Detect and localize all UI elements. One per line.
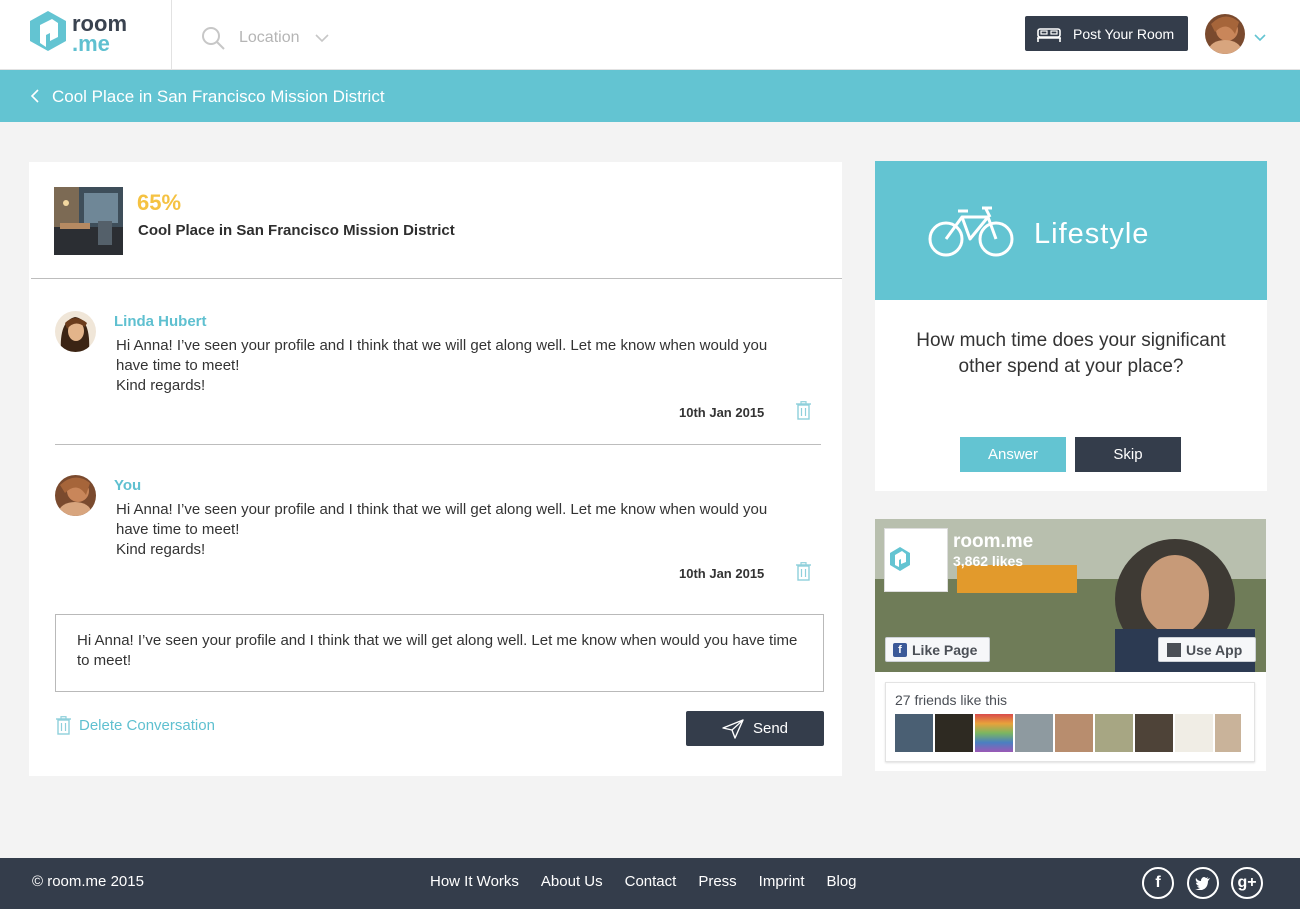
logo[interactable]: room .me [30,9,130,59]
bicycle-icon [928,206,1014,257]
lifestyle-title: Lifestyle [1034,218,1150,250]
footer-link-blog[interactable]: Blog [827,873,857,890]
facebook-page-widget: room.me 3,862 likes f Like Page Use App … [875,519,1266,771]
footer-link-about-us[interactable]: About Us [541,873,603,890]
footer-link-imprint[interactable]: Imprint [759,873,805,890]
avatar[interactable] [55,311,96,352]
delete-conversation-label: Delete Conversation [79,717,215,734]
friends-faces [895,714,1243,752]
logo-text-bottom: .me [72,31,110,56]
avatar-image [55,311,96,352]
friend-avatar[interactable] [1135,714,1173,752]
message-author[interactable]: Linda Hubert [114,313,207,330]
trash-icon [56,716,71,735]
friend-avatar[interactable] [1055,714,1093,752]
like-page-label: Like Page [912,641,978,658]
message-date: 10th Jan 2015 [679,405,765,420]
divider [55,444,821,445]
send-button[interactable]: Send [686,711,824,746]
message-body: Hi Anna! I’ve seen your profile and I th… [116,501,768,558]
use-app-button[interactable]: Use App [1158,637,1256,662]
logo-icon [890,547,910,571]
friend-avatar[interactable] [1095,714,1133,752]
room-name[interactable]: Cool Place in San Francisco Mission Dist… [138,222,455,239]
friends-like-label: 27 friends like this [895,692,1008,708]
chevron-left-icon[interactable] [30,88,40,104]
trash-icon[interactable] [795,401,812,420]
header-divider [171,0,172,69]
footer-nav: How It Works About Us Contact Press Impr… [430,873,879,890]
friend-avatar[interactable] [1175,714,1213,752]
friend-avatar[interactable] [1015,714,1053,752]
avatar[interactable] [55,475,96,516]
reply-textarea[interactable]: Hi Anna! I’ve seen your profile and I th… [55,614,824,692]
lifestyle-question: How much time does your significant othe… [916,330,1226,377]
avatar-image [55,475,96,516]
search-icon[interactable] [201,26,225,50]
answer-button[interactable]: Answer [960,437,1066,472]
message-body: Hi Anna! I’ve seen your profile and I th… [116,337,768,394]
chevron-down-icon[interactable] [1253,33,1267,42]
delete-conversation-button[interactable]: Delete Conversation [55,716,215,735]
trash-icon[interactable] [795,562,812,581]
facebook-page-logo [884,528,948,592]
copyright: © room.me 2015 [32,873,144,890]
post-room-button[interactable]: Post Your Room [1025,16,1188,51]
friend-avatar[interactable] [895,714,933,752]
google-plus-icon[interactable]: g+ [1231,867,1263,899]
like-page-button[interactable]: f Like Page [885,637,990,662]
room-image [54,187,123,255]
user-avatar[interactable] [1205,14,1245,54]
send-label: Send [752,720,789,737]
skip-button[interactable]: Skip [1075,437,1181,472]
facebook-icon[interactable]: f [1142,867,1174,899]
chevron-down-icon[interactable] [314,33,330,43]
bed-icon [1037,27,1061,42]
post-room-label: Post Your Room [1073,25,1175,42]
friend-avatar[interactable] [975,714,1013,752]
facebook-cover[interactable]: room.me 3,862 likes f Like Page Use App [875,519,1266,672]
room-thumbnail[interactable] [54,187,123,255]
message-date: 10th Jan 2015 [679,566,765,581]
app-box-icon [1167,642,1181,657]
logo-icon [30,11,66,51]
use-app-label: Use App [1186,641,1243,658]
footer-link-contact[interactable]: Contact [625,873,677,890]
message-author[interactable]: You [114,477,141,494]
match-percentage: 65% [137,190,182,215]
location-select[interactable]: Location [239,29,300,47]
twitter-bird-icon [1195,877,1210,890]
twitter-icon[interactable] [1187,867,1219,899]
paper-plane-icon [722,718,744,739]
facebook-friends-box: 27 friends like this [885,682,1255,762]
footer-link-how-it-works[interactable]: How It Works [430,873,519,890]
facebook-page-name[interactable]: room.me [953,531,1033,553]
friend-avatar[interactable] [1215,714,1241,752]
conversation-title[interactable]: Cool Place in San Francisco Mission Dist… [52,87,385,107]
avatar-image [1205,14,1245,54]
friend-avatar[interactable] [935,714,973,752]
divider [31,278,842,279]
footer-link-press[interactable]: Press [698,873,736,890]
facebook-likes-count: 3,862 likes [953,553,1024,569]
facebook-icon: f [893,642,907,657]
